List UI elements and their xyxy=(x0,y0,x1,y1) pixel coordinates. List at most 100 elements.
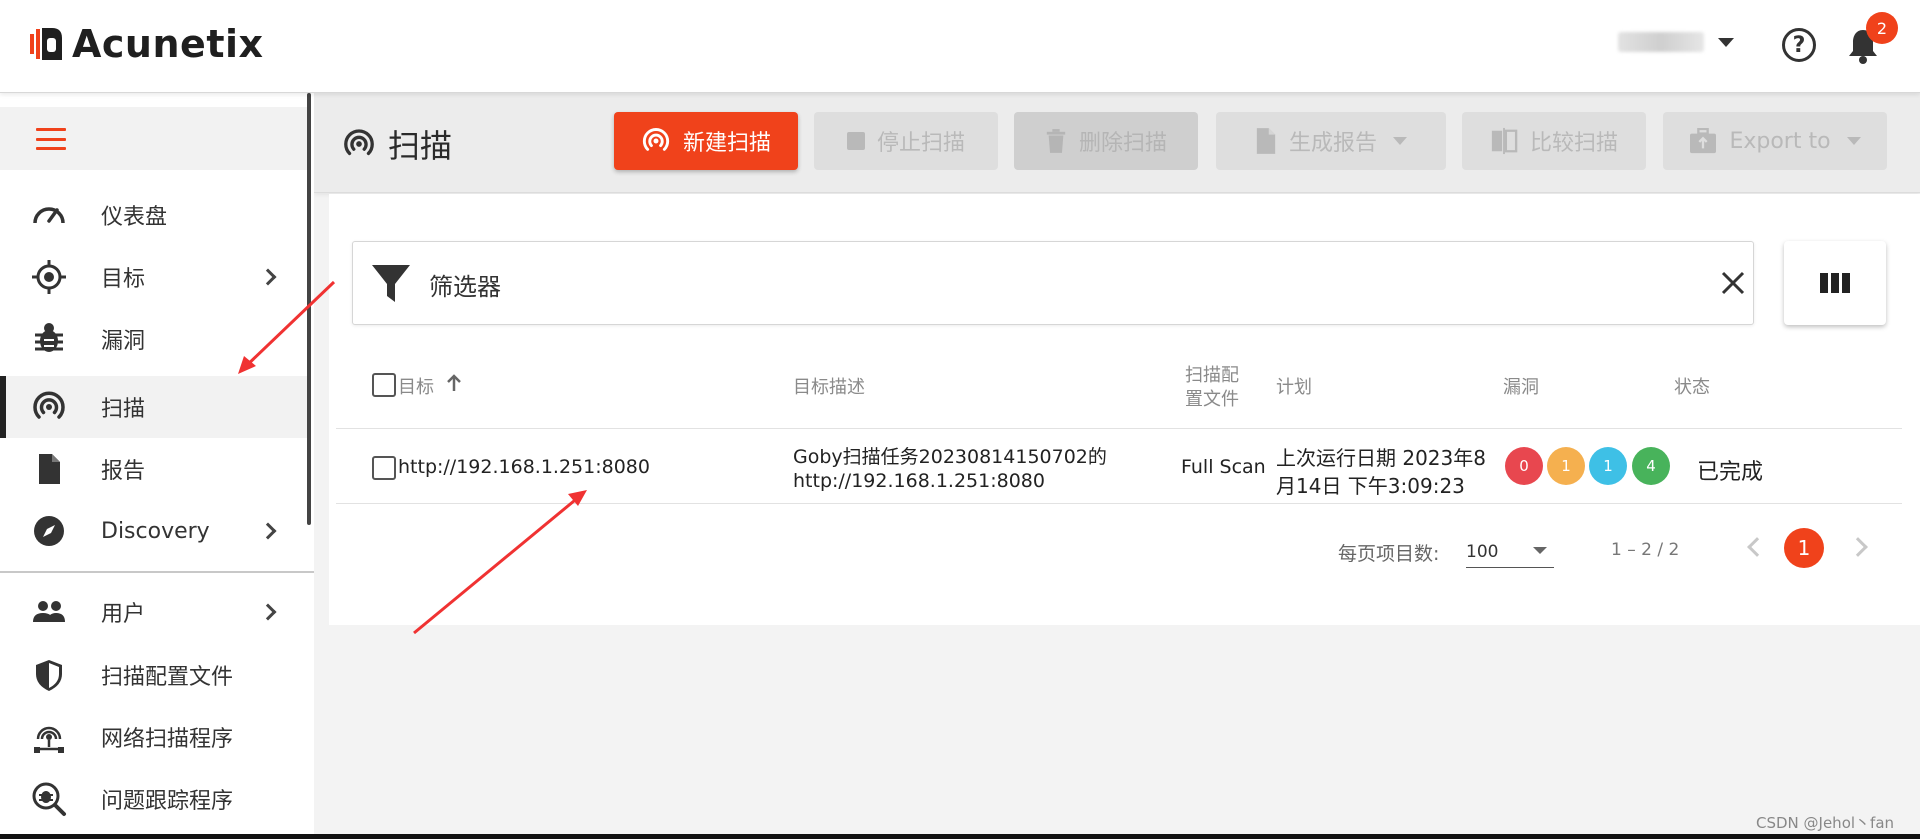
page-title: 扫描 xyxy=(342,121,452,167)
per-page-label: 每页项目数: xyxy=(1338,543,1440,565)
filter-funnel-icon xyxy=(372,265,410,302)
select-all-checkbox[interactable] xyxy=(372,373,396,397)
users-icon xyxy=(33,601,65,622)
compare-scans-button[interactable]: 比较扫描 xyxy=(1462,112,1646,170)
per-page-value: 100 xyxy=(1466,542,1499,562)
sidebar-item-dashboard[interactable]: 仪表盘 xyxy=(0,184,307,246)
page-title-text: 扫描 xyxy=(388,127,453,165)
filter-label: 筛选器 xyxy=(429,273,501,301)
shield-icon xyxy=(36,660,62,691)
pagination-range: 1 – 2 / 2 xyxy=(1611,540,1680,560)
row-target[interactable]: http://192.168.1.251:8080 xyxy=(398,456,650,478)
new-scan-label: 新建扫描 xyxy=(682,131,771,156)
compass-icon xyxy=(34,516,64,546)
chevron-right-icon xyxy=(259,603,277,621)
target-icon xyxy=(32,260,66,294)
sidebar-item-label: 问题跟踪程序 xyxy=(101,789,234,814)
column-header-status[interactable]: 状态 xyxy=(1674,373,1710,399)
scan-radar-icon xyxy=(33,391,65,419)
column-header-vulnerabilities[interactable]: 漏洞 xyxy=(1503,373,1539,399)
report-file-icon xyxy=(39,454,60,484)
row-status: 已完成 xyxy=(1697,460,1764,485)
chevron-right-icon xyxy=(259,268,277,286)
issue-tracker-icon xyxy=(32,782,66,816)
column-header-profile-line2[interactable]: 置文件 xyxy=(1185,385,1239,411)
column-header-profile-line1[interactable]: 扫描配 xyxy=(1185,361,1239,387)
sidebar-item-vulnerabilities[interactable]: 漏洞 xyxy=(0,308,307,370)
delete-scan-label: 删除扫描 xyxy=(1078,131,1167,156)
bug-icon xyxy=(35,323,63,352)
sidebar-item-network-scanner[interactable]: 网络扫描程序 xyxy=(0,706,307,768)
sidebar-item-label: 扫描配置文件 xyxy=(101,665,234,690)
stop-scan-button[interactable]: 停止扫描 xyxy=(814,112,998,170)
critical-vuln-badge[interactable]: 0 xyxy=(1505,447,1543,485)
scan-radar-icon xyxy=(344,129,374,156)
sidebar-item-label: 报告 xyxy=(101,459,146,484)
delete-scan-button[interactable]: 删除扫描 xyxy=(1014,112,1198,170)
new-scan-button[interactable]: 新建扫描 xyxy=(614,112,798,170)
compare-scans-label: 比较扫描 xyxy=(1529,131,1618,156)
medium-vuln-badge[interactable]: 1 xyxy=(1589,447,1627,485)
row-schedule-line1: 上次运行日期 2023年8 xyxy=(1276,446,1486,470)
column-header-description[interactable]: 目标描述 xyxy=(793,373,865,399)
sidebar-item-targets[interactable]: 目标 xyxy=(0,246,307,308)
acunetix-logo[interactable]: Acunetix xyxy=(28,22,264,66)
sidebar-item-users[interactable]: 用户 xyxy=(0,581,307,643)
row-description-line1: Goby扫描任务20230814150702的 xyxy=(793,446,1107,468)
sidebar-item-label: 仪表盘 xyxy=(101,205,168,230)
sidebar-item-label: 网络扫描程序 xyxy=(101,727,234,752)
row-divider xyxy=(336,428,1902,429)
network-scanner-icon xyxy=(34,726,64,753)
compare-icon xyxy=(1491,127,1518,155)
scan-radar-icon xyxy=(642,128,670,151)
sidebar-item-scans[interactable]: 扫描 xyxy=(0,376,307,438)
low-vuln-badge[interactable]: 4 xyxy=(1632,447,1670,485)
sidebar-item-label: 扫描 xyxy=(101,397,146,422)
chevron-down-icon xyxy=(1846,137,1861,145)
sidebar-item-label: 目标 xyxy=(101,267,146,292)
chevron-right-icon xyxy=(259,522,277,540)
scans-toolbar: 扫描 新建扫描 停止扫描 删除扫描 生成报告 比较扫描 Export to xyxy=(314,93,1920,193)
logo-text: Acunetix xyxy=(72,22,264,66)
sidebar-item-reports[interactable]: 报告 xyxy=(0,438,307,500)
column-header-schedule[interactable]: 计划 xyxy=(1276,373,1312,399)
user-menu[interactable] xyxy=(1618,32,1734,52)
export-briefcase-icon xyxy=(1690,128,1717,154)
filter-input[interactable]: 筛选器 xyxy=(352,241,1754,325)
speedometer-icon xyxy=(33,207,65,224)
menu-icon[interactable] xyxy=(36,128,66,150)
stop-icon xyxy=(846,132,865,150)
column-header-target[interactable]: 目标 xyxy=(398,373,434,399)
sidebar-divider xyxy=(0,571,314,573)
row-schedule-line2: 月14日 下午3:09:23 xyxy=(1276,474,1465,498)
close-icon[interactable] xyxy=(1718,268,1748,298)
report-file-icon xyxy=(1256,128,1276,154)
acunetix-logo-icon xyxy=(30,28,62,60)
row-divider xyxy=(336,503,1902,504)
sidebar: 仪表盘 目标 漏洞 扫描 报告 Discovery 用户 扫描配置文件 网络扫描… xyxy=(0,93,314,839)
sidebar-item-discovery[interactable]: Discovery xyxy=(0,500,307,562)
top-header: Acunetix ? 2 xyxy=(0,0,1920,93)
row-description-line2: http://192.168.1.251:8080 xyxy=(793,470,1045,492)
sidebar-item-label: 漏洞 xyxy=(101,329,146,354)
sidebar-item-scan-profiles[interactable]: 扫描配置文件 xyxy=(0,644,307,706)
sidebar-item-issue-tracker[interactable]: 问题跟踪程序 xyxy=(0,768,307,830)
row-checkbox[interactable] xyxy=(372,456,396,480)
notification-badge: 2 xyxy=(1866,12,1898,44)
column-picker-button[interactable] xyxy=(1784,241,1886,325)
chevron-down-icon xyxy=(1718,37,1734,47)
export-to-button[interactable]: Export to xyxy=(1663,112,1887,170)
sidebar-item-label: 用户 xyxy=(101,602,146,627)
sort-ascending-icon[interactable] xyxy=(446,373,462,393)
sidebar-toggle-bar xyxy=(0,107,307,170)
high-vuln-badge[interactable]: 1 xyxy=(1547,447,1585,485)
generate-report-button[interactable]: 生成报告 xyxy=(1216,112,1446,170)
generate-report-label: 生成报告 xyxy=(1288,131,1377,156)
sidebar-scrollbar[interactable] xyxy=(307,93,311,525)
chevron-down-icon xyxy=(1393,137,1407,145)
page-1-button[interactable]: 1 xyxy=(1784,528,1824,568)
help-button[interactable]: ? xyxy=(1782,28,1816,62)
chevron-down-icon xyxy=(1533,547,1547,554)
row-scan-profile: Full Scan xyxy=(1181,456,1266,478)
columns-icon xyxy=(1820,273,1850,293)
